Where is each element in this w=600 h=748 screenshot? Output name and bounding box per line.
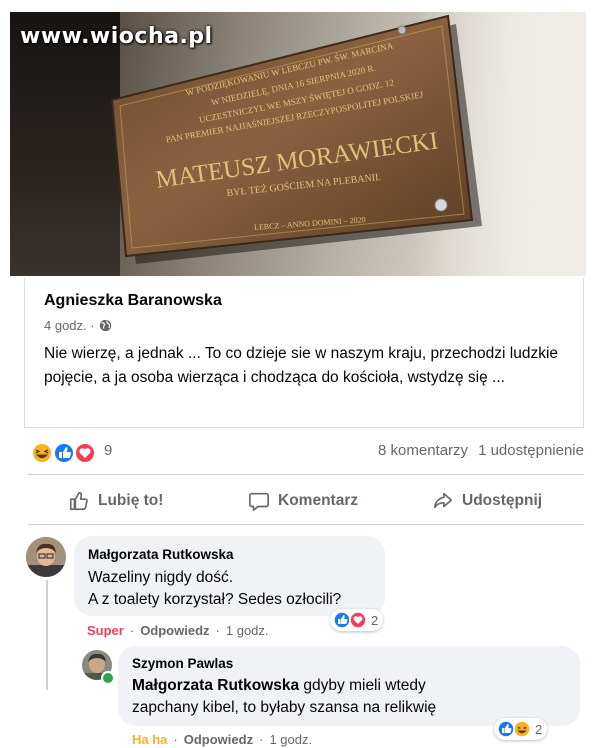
comment-actions: Ha ha · Odpowiedz · 1 godz. [132, 732, 312, 747]
avatar[interactable] [26, 537, 66, 577]
love-icon [74, 442, 96, 464]
comment-author[interactable]: Szymon Pawlas [132, 656, 233, 671]
post-photo[interactable]: W PODZIĘKOWANIU W LEBCZU PW. ŚW. MARCINA… [10, 12, 586, 276]
post-time[interactable]: 4 godz. · [44, 318, 95, 333]
like-button[interactable]: Lubię to! [68, 480, 163, 522]
haha-icon [31, 442, 53, 464]
comment-text: zapchany kibel, to byłaby szansa na reli… [132, 699, 437, 716]
shared-post-card[interactable]: Agnieszka Baranowska 4 godz. · Nie wierz… [24, 278, 584, 428]
plaque-image: W PODZIĘKOWANIU W LEBCZU PW. ŚW. MARCINA… [110, 14, 482, 264]
comment-text-rest: gdyby mieli wtedy [299, 677, 426, 694]
reaction-label-haha[interactable]: Ha ha [132, 732, 167, 747]
comment-count[interactable]: 8 komentarzy [378, 442, 468, 459]
comment-text: Wazeliny nigdy dość. [88, 569, 234, 586]
post-meta: 4 godz. · [44, 318, 112, 333]
reply-link[interactable]: Odpowiedz [140, 623, 209, 638]
comment-reactions[interactable]: 2 [330, 609, 384, 631]
comment-reaction-count: 2 [371, 612, 379, 628]
share-icon [433, 492, 453, 509]
haha-icon [513, 720, 531, 738]
separator-dot: · [259, 732, 264, 747]
comment-actions: Super · Odpowiedz · 1 godz. [87, 623, 269, 638]
post-text: Nie wierzę, a jednak ... To co dzieje si… [44, 345, 559, 386]
person-avatar-icon [26, 537, 66, 577]
comment-bubble: Małgorzata Rutkowska Wazeliny nigdy dość… [74, 536, 385, 616]
screw-icon [397, 25, 407, 35]
comment-reaction-icons [497, 720, 531, 738]
love-icon [349, 611, 367, 629]
comment-text: Małgorzata Rutkowska gdyby mieli wtedy [132, 675, 426, 697]
thread-line [46, 580, 48, 690]
share-count[interactable]: 1 udostępnienie [478, 442, 584, 459]
like-icon [53, 442, 75, 464]
post-author[interactable]: Agnieszka Baranowska [44, 292, 222, 310]
comment-reaction-icons [333, 611, 367, 629]
thumbs-up-icon [69, 491, 88, 511]
like-icon [497, 720, 515, 738]
like-label: Lubię to! [98, 492, 164, 509]
like-icon [333, 611, 351, 629]
divider [28, 474, 584, 475]
online-status-indicator [101, 671, 115, 685]
post-action-bar: Lubię to! Komentarz Udostępnij [28, 480, 584, 522]
share-label: Udostępnij [462, 492, 543, 509]
comment-label: Komentarz [278, 492, 359, 509]
divider [28, 524, 584, 525]
comment-time[interactable]: 1 godz. [226, 623, 269, 638]
screw-icon [434, 198, 448, 212]
share-button[interactable]: Udostępnij [432, 480, 542, 522]
reply-link[interactable]: Odpowiedz [184, 732, 253, 747]
comment-icon [249, 492, 269, 511]
comment-reaction-count: 2 [535, 721, 543, 737]
mention-link[interactable]: Małgorzata Rutkowska [132, 677, 299, 694]
comment-text: A z toalety korzystał? Sedes ozłocili? [88, 591, 342, 608]
separator-dot: · [215, 623, 220, 638]
separator-dot: · [173, 732, 178, 747]
comment-time[interactable]: 1 godz. [269, 732, 312, 747]
comment-reactions[interactable]: 2 [494, 718, 548, 740]
comment-author[interactable]: Małgorzata Rutkowska [88, 547, 234, 562]
post-stats: 8 komentarzy 1 udostępnienie [378, 442, 584, 459]
watermark: www.wiocha.pl [20, 24, 213, 49]
reaction-icons[interactable] [30, 442, 100, 464]
reaction-label-super[interactable]: Super [87, 623, 124, 638]
comment-button[interactable]: Komentarz [248, 480, 358, 522]
separator-dot: · [129, 623, 135, 638]
reactions-summary: 9 8 komentarzy 1 udostępnienie [30, 440, 586, 464]
comment-bubble: Szymon Pawlas Małgorzata Rutkowska gdyby… [118, 646, 580, 726]
globe-icon [99, 319, 111, 332]
reaction-count[interactable]: 9 [104, 442, 112, 459]
